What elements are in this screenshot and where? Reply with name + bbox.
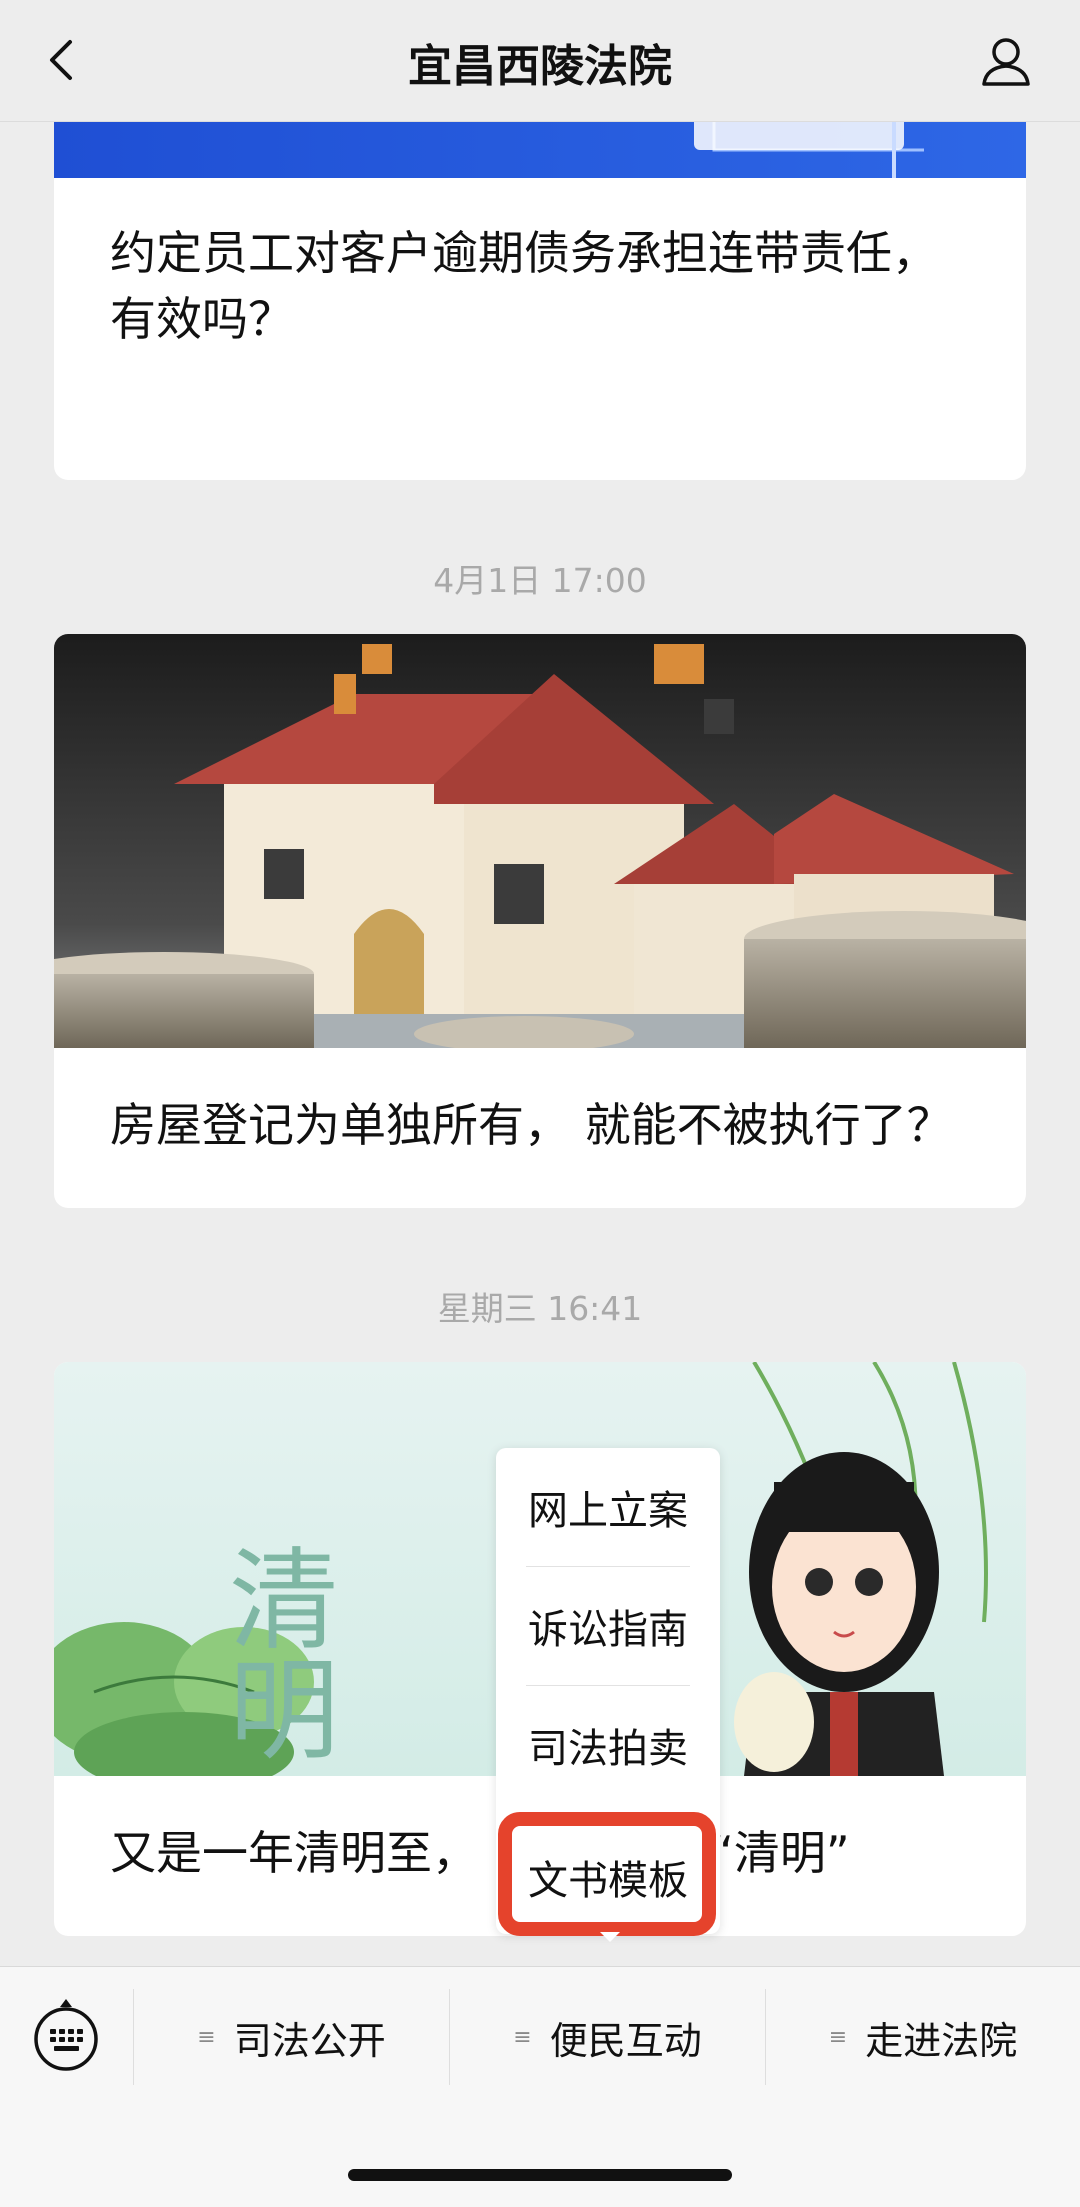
highlight-box: [498, 1812, 716, 1936]
article-image-2: [54, 634, 1026, 1048]
menu-judicial-openness[interactable]: ≡ 司法公开: [134, 1989, 449, 2085]
menu-lines-icon: ≡: [828, 2024, 848, 2050]
page-title: 宜昌西陵法院: [408, 41, 672, 92]
menu-label: 司法公开: [233, 2018, 386, 2063]
submenu-item-judicial-auction[interactable]: 司法拍卖: [526, 1686, 690, 1804]
timestamp: 星期三 16:41: [437, 1289, 643, 1328]
submenu-item-litigation-guide[interactable]: 诉讼指南: [526, 1567, 690, 1685]
article-title-3-prefix: 又是一年清明至，: [110, 1826, 478, 1880]
menu-label: 走进法院: [865, 2018, 1018, 2063]
user-icon: [982, 38, 1030, 86]
popup-pointer: [600, 1932, 620, 1942]
article-title-3-suffix: “清明”: [710, 1826, 850, 1880]
article-title-1[interactable]: 约定员工对客户逾期债务承担连带责任，有效吗？: [110, 220, 970, 352]
menu-lines-icon: ≡: [513, 2024, 532, 2050]
menu-label: 便民互动: [549, 2018, 702, 2063]
keyboard-icon: [34, 1999, 98, 2071]
article-card-1[interactable]: 约定员工对客户逾期债务承担连带责任，有效吗？: [54, 60, 1026, 480]
top-navigation-bar: 宜昌西陵法院: [0, 0, 1080, 122]
keyboard-toggle-button[interactable]: [32, 1997, 100, 2073]
image-text: 清明: [210, 1542, 338, 1762]
article-title-2[interactable]: 房屋登记为单独所有， 就能不被执行了？: [110, 1092, 970, 1158]
article-card-2[interactable]: 房屋登记为单独所有， 就能不被执行了？: [54, 634, 1026, 1208]
menu-public-interaction[interactable]: ≡ 便民互动: [450, 1989, 765, 2085]
submenu-item-online-filing[interactable]: 网上立案: [526, 1448, 690, 1566]
menu-lines-icon: ≡: [197, 2024, 216, 2050]
menu-about-court[interactable]: ≡ 走进法院: [766, 1989, 1080, 2085]
home-indicator[interactable]: [348, 2169, 732, 2181]
timestamp: 4月1日 17:00: [433, 561, 647, 600]
profile-button[interactable]: [976, 32, 1036, 92]
bottom-menu-bar: ≡ 司法公开 ≡ 便民互动 ≡ 走进法院: [0, 1966, 1080, 2207]
submenu-popup: 网上立案 诉讼指南 司法拍卖 文书模板: [496, 1448, 720, 1936]
